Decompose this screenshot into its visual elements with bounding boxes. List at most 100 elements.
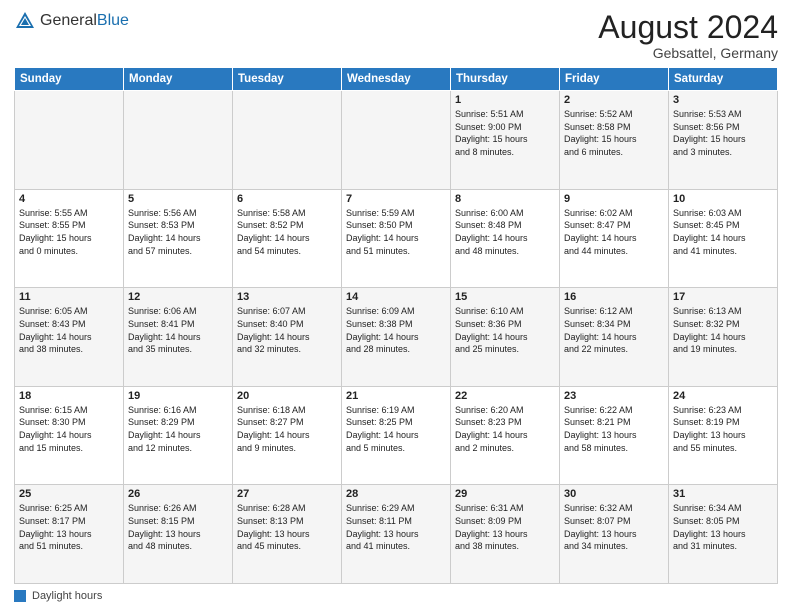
calendar-header-row: SundayMondayTuesdayWednesdayThursdayFrid…	[15, 68, 778, 91]
day-number: 27	[237, 488, 337, 500]
day-number: 20	[237, 390, 337, 402]
day-number: 30	[564, 488, 664, 500]
day-info: Sunrise: 6:22 AMSunset: 8:21 PMDaylight:…	[564, 404, 664, 454]
day-info: Sunrise: 6:10 AMSunset: 8:36 PMDaylight:…	[455, 305, 555, 355]
day-info: Sunrise: 6:19 AMSunset: 8:25 PMDaylight:…	[346, 404, 446, 454]
day-number: 4	[19, 193, 119, 205]
day-number: 11	[19, 291, 119, 303]
day-info: Sunrise: 6:18 AMSunset: 8:27 PMDaylight:…	[237, 404, 337, 454]
month-year: August 2024	[598, 10, 778, 45]
day-info: Sunrise: 5:52 AMSunset: 8:58 PMDaylight:…	[564, 108, 664, 158]
day-info: Sunrise: 6:00 AMSunset: 8:48 PMDaylight:…	[455, 207, 555, 257]
header-day-wednesday: Wednesday	[342, 68, 451, 91]
cell-week5-day6: 31 Sunrise: 6:34 AMSunset: 8:05 PMDayligh…	[669, 485, 778, 584]
cell-week3-day0: 11 Sunrise: 6:05 AMSunset: 8:43 PMDayligh…	[15, 288, 124, 387]
day-number: 12	[128, 291, 228, 303]
header-day-sunday: Sunday	[15, 68, 124, 91]
cell-week1-day4: 1 Sunrise: 5:51 AMSunset: 9:00 PMDaylight…	[451, 91, 560, 190]
day-number: 8	[455, 193, 555, 205]
footer: Daylight hours	[14, 590, 778, 602]
header-day-thursday: Thursday	[451, 68, 560, 91]
footer-dot	[14, 590, 26, 602]
day-info: Sunrise: 6:32 AMSunset: 8:07 PMDaylight:…	[564, 502, 664, 552]
header-day-monday: Monday	[124, 68, 233, 91]
day-info: Sunrise: 6:05 AMSunset: 8:43 PMDaylight:…	[19, 305, 119, 355]
cell-week3-day3: 14 Sunrise: 6:09 AMSunset: 8:38 PMDayligh…	[342, 288, 451, 387]
day-info: Sunrise: 6:29 AMSunset: 8:11 PMDaylight:…	[346, 502, 446, 552]
cell-week4-day6: 24Sunrise: 6:23 AMSunset: 8:19 PMDayligh…	[669, 386, 778, 485]
cell-week1-day5: 2 Sunrise: 5:52 AMSunset: 8:58 PMDaylight…	[560, 91, 669, 190]
day-info: Sunrise: 6:13 AMSunset: 8:32 PMDaylight:…	[673, 305, 773, 355]
cell-week2-day2: 6 Sunrise: 5:58 AMSunset: 8:52 PMDaylight…	[233, 189, 342, 288]
cell-week4-day5: 23Sunrise: 6:22 AMSunset: 8:21 PMDayligh…	[560, 386, 669, 485]
cell-week4-day0: 18Sunrise: 6:15 AMSunset: 8:30 PMDayligh…	[15, 386, 124, 485]
cell-week4-day2: 20 Sunrise: 6:18 AMSunset: 8:27 PMDayligh…	[233, 386, 342, 485]
header-day-friday: Friday	[560, 68, 669, 91]
location: Gebsattel, Germany	[598, 45, 778, 61]
day-number: 10	[673, 193, 773, 205]
day-number: 15	[455, 291, 555, 303]
day-number: 28	[346, 488, 446, 500]
week-row-1: 1 Sunrise: 5:51 AMSunset: 9:00 PMDaylight…	[15, 91, 778, 190]
footer-label: Daylight hours	[32, 590, 102, 602]
logo-text: GeneralBlue	[40, 12, 129, 30]
day-number: 7	[346, 193, 446, 205]
cell-week1-day2	[233, 91, 342, 190]
cell-week1-day3	[342, 91, 451, 190]
cell-week3-day5: 16Sunrise: 6:12 AMSunset: 8:34 PMDayligh…	[560, 288, 669, 387]
day-info: Sunrise: 5:58 AMSunset: 8:52 PMDaylight:…	[237, 207, 337, 257]
cell-week4-day4: 22 Sunrise: 6:20 AMSunset: 8:23 PMDayligh…	[451, 386, 560, 485]
cell-week2-day1: 5Sunrise: 5:56 AMSunset: 8:53 PMDaylight…	[124, 189, 233, 288]
day-number: 24	[673, 390, 773, 402]
day-info: Sunrise: 6:26 AMSunset: 8:15 PMDaylight:…	[128, 502, 228, 552]
day-number: 22	[455, 390, 555, 402]
day-info: Sunrise: 6:28 AMSunset: 8:13 PMDaylight:…	[237, 502, 337, 552]
day-info: Sunrise: 5:51 AMSunset: 9:00 PMDaylight:…	[455, 108, 555, 158]
cell-week3-day4: 15 Sunrise: 6:10 AMSunset: 8:36 PMDayligh…	[451, 288, 560, 387]
logo-blue: Blue	[97, 12, 129, 29]
day-number: 16	[564, 291, 664, 303]
day-number: 5	[128, 193, 228, 205]
cell-week5-day1: 26Sunrise: 6:26 AMSunset: 8:15 PMDayligh…	[124, 485, 233, 584]
day-number: 13	[237, 291, 337, 303]
cell-week3-day2: 13 Sunrise: 6:07 AMSunset: 8:40 PMDayligh…	[233, 288, 342, 387]
cell-week4-day1: 19Sunrise: 6:16 AMSunset: 8:29 PMDayligh…	[124, 386, 233, 485]
cell-week4-day3: 21Sunrise: 6:19 AMSunset: 8:25 PMDayligh…	[342, 386, 451, 485]
day-number: 2	[564, 94, 664, 106]
cell-week5-day5: 30 Sunrise: 6:32 AMSunset: 8:07 PMDayligh…	[560, 485, 669, 584]
week-row-5: 25Sunrise: 6:25 AMSunset: 8:17 PMDayligh…	[15, 485, 778, 584]
day-number: 1	[455, 94, 555, 106]
day-info: Sunrise: 6:16 AMSunset: 8:29 PMDaylight:…	[128, 404, 228, 454]
header-day-tuesday: Tuesday	[233, 68, 342, 91]
day-number: 29	[455, 488, 555, 500]
cell-week3-day1: 12Sunrise: 6:06 AMSunset: 8:41 PMDayligh…	[124, 288, 233, 387]
day-number: 31	[673, 488, 773, 500]
day-number: 18	[19, 390, 119, 402]
day-number: 3	[673, 94, 773, 106]
page: GeneralBlue August 2024 Gebsattel, Germa…	[0, 0, 792, 612]
cell-week1-day1	[124, 91, 233, 190]
header-day-saturday: Saturday	[669, 68, 778, 91]
day-info: Sunrise: 6:20 AMSunset: 8:23 PMDaylight:…	[455, 404, 555, 454]
day-info: Sunrise: 6:34 AMSunset: 8:05 PMDaylight:…	[673, 502, 773, 552]
title-block: August 2024 Gebsattel, Germany	[598, 10, 778, 61]
day-info: Sunrise: 6:25 AMSunset: 8:17 PMDaylight:…	[19, 502, 119, 552]
logo: GeneralBlue	[14, 10, 129, 32]
header: GeneralBlue August 2024 Gebsattel, Germa…	[14, 10, 778, 61]
cell-week3-day6: 17 Sunrise: 6:13 AMSunset: 8:32 PMDayligh…	[669, 288, 778, 387]
cell-week5-day2: 27 Sunrise: 6:28 AMSunset: 8:13 PMDayligh…	[233, 485, 342, 584]
day-number: 6	[237, 193, 337, 205]
logo-icon	[14, 10, 36, 32]
day-number: 14	[346, 291, 446, 303]
day-number: 9	[564, 193, 664, 205]
week-row-4: 18Sunrise: 6:15 AMSunset: 8:30 PMDayligh…	[15, 386, 778, 485]
cell-week5-day4: 29 Sunrise: 6:31 AMSunset: 8:09 PMDayligh…	[451, 485, 560, 584]
day-info: Sunrise: 6:02 AMSunset: 8:47 PMDaylight:…	[564, 207, 664, 257]
cell-week2-day3: 7Sunrise: 5:59 AMSunset: 8:50 PMDaylight…	[342, 189, 451, 288]
day-info: Sunrise: 6:03 AMSunset: 8:45 PMDaylight:…	[673, 207, 773, 257]
day-number: 17	[673, 291, 773, 303]
day-info: Sunrise: 6:09 AMSunset: 8:38 PMDaylight:…	[346, 305, 446, 355]
week-row-2: 4Sunrise: 5:55 AMSunset: 8:55 PMDaylight…	[15, 189, 778, 288]
day-info: Sunrise: 6:31 AMSunset: 8:09 PMDaylight:…	[455, 502, 555, 552]
day-info: Sunrise: 6:07 AMSunset: 8:40 PMDaylight:…	[237, 305, 337, 355]
